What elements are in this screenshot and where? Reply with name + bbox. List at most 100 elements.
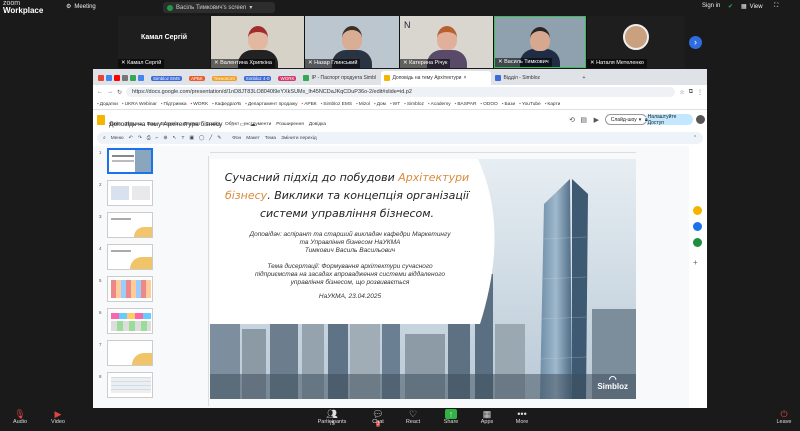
extensions-icon[interactable]: ⧉ — [689, 89, 693, 96]
security-shield-icon[interactable]: ✔ — [728, 3, 733, 10]
transition-button[interactable]: Змінити перехід — [281, 136, 317, 141]
theme-button[interactable]: Тема — [265, 136, 276, 141]
participant-tile[interactable]: ✕ Валентина Хрипкіна — [211, 16, 304, 68]
participant-tile[interactable]: Камал Сергій ✕ Камал Сергій — [118, 16, 210, 68]
slide-thumbnail[interactable] — [107, 276, 153, 302]
slide-thumbnail[interactable] — [107, 212, 153, 238]
slide-date[interactable]: НаУКМА, 23.04.2025 — [220, 293, 480, 300]
select-icon[interactable]: ↖ — [172, 136, 176, 141]
slide-thumbnail[interactable] — [107, 340, 153, 366]
redo-icon[interactable]: ↷ — [138, 136, 142, 141]
apps-button[interactable]: ▦ Apps — [467, 409, 507, 425]
menu-search-button[interactable]: Меню — [111, 136, 124, 141]
url-input[interactable]: https://docs.google.com/presentation/d/1… — [126, 87, 676, 97]
bookmark-item[interactable]: ▪ Simbloz — [404, 102, 424, 107]
tab-icon-group[interactable] — [95, 71, 147, 85]
browser-tab[interactable]: Відділ - Simbloz — [492, 71, 578, 85]
leave-button[interactable]: ⏻ Leave — [764, 409, 800, 425]
bookmark-item[interactable]: ▪ Підтримка — [161, 102, 187, 107]
background-button[interactable]: Фон — [232, 136, 241, 141]
menu-icon[interactable]: ⋮ — [697, 89, 703, 96]
slide-thumbnail[interactable] — [107, 308, 153, 334]
browser-tab[interactable]: IP - Паспорт продукта Simbl — [300, 71, 380, 85]
slide-thumbnail[interactable] — [107, 372, 153, 398]
bookmark-item[interactable]: ▪ Департамент продажу — [245, 102, 297, 107]
participant-tile[interactable]: N ✕ Катерина Річук — [400, 16, 493, 68]
bookmark-item[interactable]: ▪ Simbloz EMS — [321, 102, 353, 107]
history-icon[interactable]: ⟲ — [569, 116, 575, 124]
bookmark-item[interactable]: ▪ Карти — [545, 102, 561, 107]
meet-icon[interactable]: ▶ — [594, 116, 599, 124]
bookmark-item[interactable]: ▪ Mizol — [356, 102, 370, 107]
browser-tab-active[interactable]: Доповідь на тему Архітектури × — [381, 71, 492, 85]
maps-icon[interactable] — [693, 238, 702, 247]
slide-thesis-topic[interactable]: Тема дисертації: Формування архітектури … — [220, 263, 480, 287]
video-button[interactable]: ▶ Video — [38, 409, 78, 425]
line-icon[interactable]: ╱ — [209, 136, 212, 141]
audio-button[interactable]: 🎙︎ Audio — [0, 409, 40, 425]
slide-thumbnail[interactable] — [107, 148, 153, 174]
image-icon[interactable]: ▣ — [189, 136, 194, 141]
slide-title[interactable]: Сучасний підхід до побудови Архітектури … — [222, 169, 472, 223]
menu-item[interactable]: Формат — [184, 122, 201, 127]
bookmark-item[interactable]: ▪ Дом — [374, 102, 386, 107]
new-tab-button[interactable]: + — [579, 71, 588, 85]
participant-tile[interactable]: ✕ Наталя Метеленко — [587, 16, 685, 68]
bookmark-item[interactable]: ▪ Бази — [502, 102, 515, 107]
zoom-icon[interactable]: ⊕ — [163, 136, 167, 141]
menu-item[interactable]: Вставка — [161, 122, 179, 127]
react-button[interactable]: ♡ React — [393, 409, 433, 425]
menu-item[interactable]: Файл — [109, 122, 121, 127]
avatar[interactable] — [696, 115, 705, 124]
layout-button[interactable]: Макет — [246, 136, 260, 141]
reload-icon[interactable]: ↻ — [117, 89, 122, 96]
menu-item[interactable]: Правка — [126, 122, 142, 127]
participants-button[interactable]: 👥︎75 Participants — [312, 409, 352, 427]
comments-icon[interactable]: ▤ — [580, 116, 587, 124]
share-button[interactable]: ↑ Share — [431, 409, 471, 425]
comment-icon[interactable]: ✎ — [217, 136, 221, 141]
menu-item[interactable]: Довідка — [309, 122, 326, 127]
undo-icon[interactable]: ↶ — [129, 136, 133, 141]
shape-icon[interactable]: ◯ — [199, 136, 204, 141]
paint-format-icon[interactable]: ⌐ — [156, 136, 159, 141]
browser-tab[interactable]: АРБК — [186, 71, 208, 85]
forward-icon[interactable]: → — [107, 89, 113, 95]
browser-tab[interactable]: WORK — [275, 71, 299, 85]
tasks-icon[interactable] — [693, 222, 702, 231]
chevron-up-icon[interactable]: ⌃ — [693, 136, 697, 141]
slide-canvas[interactable]: Сучасний підхід до побудови Архітектури … — [210, 159, 636, 399]
slideshow-button[interactable]: Слайд-шоу ▾ — [605, 114, 647, 125]
chat-button[interactable]: 💬︎3 Chat — [358, 409, 398, 427]
menu-item[interactable]: Слайд — [206, 122, 220, 127]
bookmark-item[interactable]: ▪ Academy — [428, 102, 451, 107]
participant-tile[interactable]: ✕ Василь Тимкович — [494, 16, 586, 68]
menu-item[interactable]: Розширення — [276, 122, 304, 127]
add-addon-icon[interactable]: + — [693, 258, 698, 267]
bookmark-item[interactable]: ▪ BASPAR — [455, 102, 477, 107]
browser-tab[interactable]: Технології — [209, 71, 240, 85]
share-button[interactable]: 🔒︎ Налаштуйте Доступ — [645, 114, 693, 126]
star-icon[interactable]: ☆ — [679, 89, 684, 96]
screen-share-pill[interactable]: Васіль Тимкович's screen ▾ — [163, 2, 275, 13]
fullscreen-icon[interactable]: ⛶ — [774, 3, 778, 10]
browser-tab[interactable]: Simbloz 4-0 — [241, 71, 275, 85]
back-icon[interactable]: ← — [97, 89, 103, 95]
next-participants-button[interactable]: › — [689, 36, 702, 49]
browser-tab[interactable]: Simbloz EMS — [148, 71, 185, 85]
menu-item[interactable]: Об'єкт — [225, 122, 239, 127]
slides-logo-icon[interactable] — [97, 115, 105, 125]
print-icon[interactable]: ⎙ — [147, 135, 151, 141]
more-button[interactable]: ••• More — [502, 409, 542, 425]
bookmark-item[interactable]: ▪ WT — [390, 102, 400, 107]
search-icon[interactable]: ⌕ — [103, 135, 106, 141]
slide-thumbnail[interactable] — [107, 180, 153, 206]
slide-author[interactable]: Доповідач: аспірант та старший викладач … — [220, 231, 480, 255]
bookmark-item[interactable]: ▪ WORK — [191, 102, 209, 107]
text-box-icon[interactable]: T — [181, 136, 184, 141]
bookmark-item[interactable]: ▪ КафедраУБ — [212, 102, 241, 107]
menu-item[interactable]: Інструменти — [244, 122, 271, 127]
bookmark-item[interactable]: ▪ ODOO — [480, 102, 497, 107]
bookmark-item[interactable]: ▪ UKRA Webinar — [122, 102, 157, 107]
sign-in-button[interactable]: Sign in — [702, 3, 720, 9]
